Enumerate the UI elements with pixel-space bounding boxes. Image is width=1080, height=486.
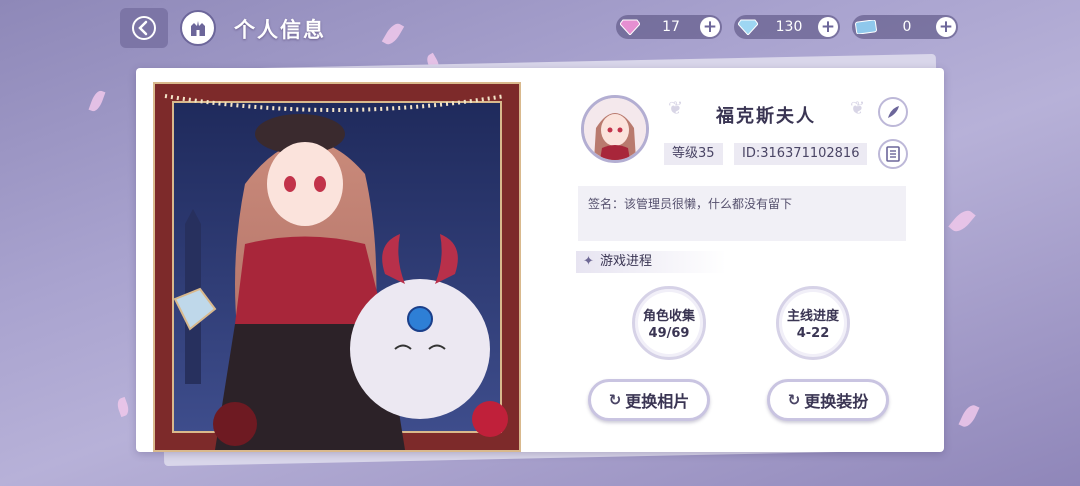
home-button[interactable] [180,10,216,46]
pink-diamond-icon [618,15,642,39]
back-button[interactable] [120,8,168,48]
ticket-icon [854,15,878,39]
laurel-left-icon: ❦ [668,98,684,119]
add-blue-diamond-button[interactable]: + [818,17,838,37]
change-outfit-label: 更换装扮 [804,392,869,411]
copy-id-button[interactable] [878,139,908,169]
back-arrow-icon [132,16,156,40]
page-title: 个人信息 [234,18,326,42]
petal-decoration [948,206,976,236]
stat-label: 角色收集 [642,309,695,324]
character-collection-stat: 角色收集 49/69 [632,286,706,360]
blue-diamond-icon [736,15,760,39]
change-photo-button[interactable]: ↻ 更换相片 [588,379,710,421]
document-icon [886,146,900,162]
resource-blue-diamond: 130 + [734,15,840,39]
refresh-icon: ↻ [608,391,622,409]
refresh-icon: ↻ [787,391,801,409]
change-photo-label: 更换相片 [625,392,690,411]
signature-box[interactable]: 签名：该管理员很懒，什么都没有留下 [578,186,906,241]
resource-ticket: 0 + [852,15,958,39]
feather-icon [888,106,899,118]
sparkle-icon: ✦ [583,254,594,269]
stat-label: 主线进度 [786,309,839,324]
resource-value: 130 [775,19,803,35]
character-photo[interactable] [153,82,521,452]
petal-decoration [381,20,405,48]
section-title-text: 游戏进程 [600,254,653,269]
stat-value: 4-22 [796,326,830,341]
main-story-progress-stat: 主线进度 4-22 [776,286,850,360]
add-ticket-button[interactable]: + [936,17,956,37]
laurel-right-icon: ❦ [850,98,866,119]
signature-text: 签名：该管理员很懒，什么都没有留下 [588,197,793,211]
add-pink-diamond-button[interactable]: + [700,17,720,37]
resource-value: 17 [662,19,680,35]
avatar[interactable] [581,95,649,163]
petal-decoration [958,402,980,430]
castle-icon [191,21,205,36]
progress-section-title: ✦ 游戏进程 [576,251,726,273]
edit-name-button[interactable] [878,97,908,127]
petal-decoration [88,88,106,114]
resource-value: 0 [902,19,912,35]
player-id: ID:316371102816 [734,143,868,165]
change-outfit-button[interactable]: ↻ 更换装扮 [767,379,889,421]
petal-decoration [115,396,131,418]
stat-value: 49/69 [648,326,690,341]
player-name: 福克斯夫人 [716,106,816,127]
level-badge: 等级35 [664,143,723,165]
resource-pink-diamond: 17 + [616,15,722,39]
